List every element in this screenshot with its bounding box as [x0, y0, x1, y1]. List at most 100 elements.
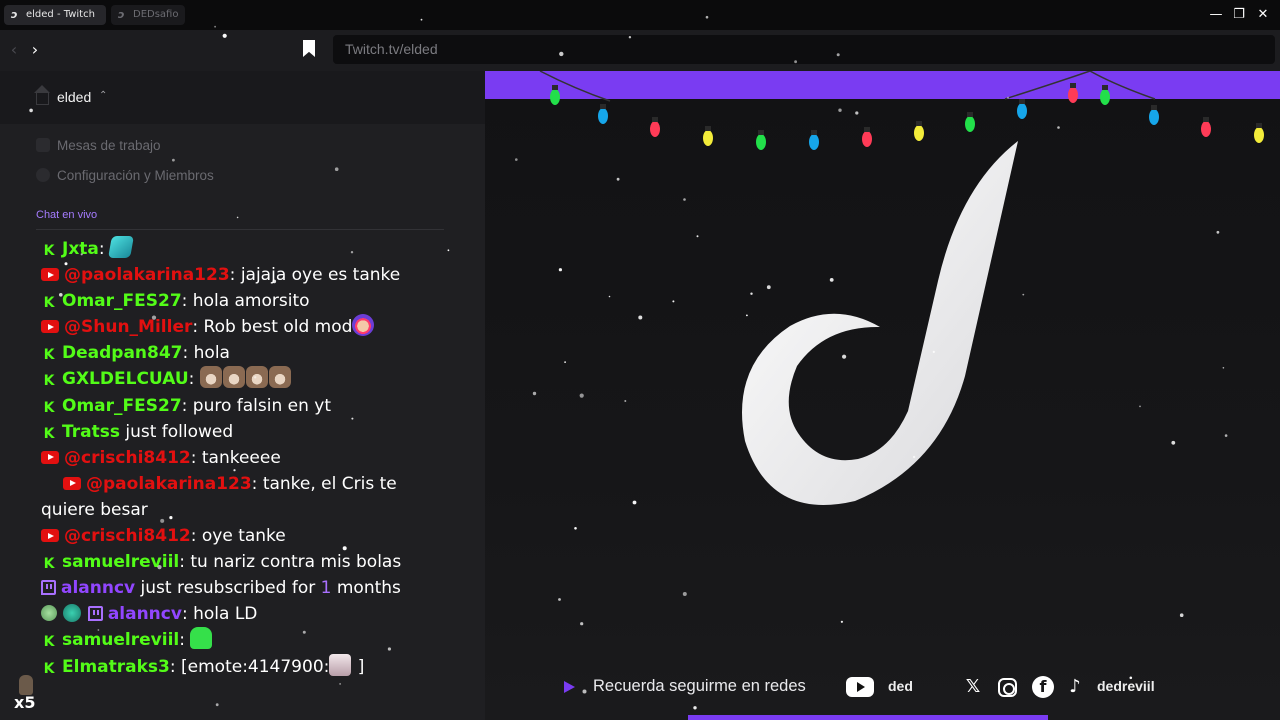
chat-username[interactable]: @crischi8412 — [64, 526, 191, 546]
workspace-header[interactable]: elded ⌃ — [0, 71, 485, 124]
menu-item-workspaces[interactable]: Mesas de trabajo — [36, 138, 161, 153]
chat-text: hola amorsito — [192, 291, 310, 312]
back-button[interactable]: ‹ — [4, 38, 24, 62]
bookmark-icon[interactable] — [303, 40, 315, 57]
light-bulb — [1100, 89, 1110, 105]
divider — [36, 229, 444, 230]
chat-username[interactable]: Jxta — [62, 239, 99, 259]
chat-event-text: just followed — [125, 421, 234, 442]
light-bulb-cap — [1151, 105, 1157, 110]
resub-count: 1 — [320, 578, 332, 599]
chat-username[interactable]: Omar_FES27 — [62, 396, 182, 416]
chat-username[interactable]: Omar_FES27 — [62, 291, 182, 311]
forward-button[interactable]: › — [25, 38, 45, 62]
twitch-icon — [87, 606, 103, 622]
chat-event: alanncv just resubscribed for 1 months — [0, 575, 470, 601]
url-bar[interactable]: Twitch.tv/elded — [333, 35, 1275, 64]
chat-message: @crischi8412: oye tanke — [0, 523, 470, 549]
light-bulb-cap — [1070, 83, 1076, 88]
light-bulb-cap — [967, 112, 973, 117]
chat-text: jajaja oye es tanke — [240, 265, 401, 286]
youtube-icon — [41, 268, 59, 282]
light-bulb — [965, 116, 975, 132]
stream-player[interactable]: Recuerda seguirme en redes ded 𝕏 f ♪ ded… — [485, 71, 1280, 720]
menu-item-settings[interactable]: Configuración y Miembros — [36, 168, 214, 183]
chat-username[interactable]: @Shun_Miller — [64, 317, 192, 337]
chat-message: @paolakarina123: tanke, el Cris te quier… — [41, 473, 397, 520]
kick-icon: K — [43, 634, 55, 651]
light-bulb — [703, 130, 713, 146]
chat-username[interactable]: samuelreviil — [62, 552, 179, 572]
chat-message: @Shun_Miller: Rob best old mod — [0, 314, 470, 340]
light-bulb-cap — [552, 85, 558, 90]
chat-event: K Tratss just followed — [0, 419, 470, 445]
light-bulb-cap — [864, 127, 870, 132]
sidebar: elded ⌃ Mesas de trabajo Configuración y… — [0, 71, 485, 720]
chat-username[interactable]: alanncv — [61, 578, 135, 598]
chat-username[interactable]: @crischi8412 — [64, 448, 191, 468]
light-bulb-cap — [1019, 99, 1025, 104]
chat-username[interactable]: GXLDELCUAU — [62, 369, 189, 389]
kick-icon: K — [43, 373, 55, 390]
chat-text: oye tanke — [201, 526, 286, 547]
chat-username[interactable]: Deadpan847 — [62, 343, 183, 363]
chat-message: Ksamuelreviil: tu nariz contra mis bolas — [0, 549, 470, 575]
tiktok-icon: ♪ — [1069, 676, 1081, 697]
chat-message: @paolakarina123: jajaja oye es tanke — [0, 262, 470, 288]
chat-username[interactable]: Tratss — [62, 422, 120, 442]
avatar — [19, 675, 33, 695]
chat-message: alanncv: hola LD — [0, 601, 470, 627]
social-footer: Recuerda seguirme en redes ded 𝕏 f ♪ ded… — [485, 668, 1280, 708]
light-bulb-cap — [811, 130, 817, 135]
chat-text: [emote:4147900: — [181, 656, 330, 677]
chat-username[interactable]: @paolakarina123 — [86, 474, 252, 494]
light-bulb — [1068, 87, 1078, 103]
light-bulb-cap — [916, 121, 922, 126]
blue-emote — [108, 236, 134, 258]
tab-dedsafio[interactable]: ↄ DEDsafio — [111, 5, 185, 25]
tab-label: DEDsafio — [133, 9, 179, 20]
chevron-updown-icon: ⌃ — [99, 90, 108, 101]
minimize-icon[interactable]: — — [1205, 5, 1227, 25]
light-bulb-cap — [1256, 123, 1262, 128]
kick-icon: K — [43, 399, 55, 416]
chat-text: puro falsin en yt — [192, 395, 332, 416]
workspace-name: elded — [57, 89, 92, 105]
light-bulb — [550, 89, 560, 105]
chat-username[interactable]: Elmatraks3 — [62, 657, 170, 677]
chat-message: @crischi8412: tankeeee — [0, 445, 470, 471]
follow-text: Recuerda seguirme en redes — [593, 677, 806, 695]
cat-emote — [268, 366, 291, 389]
chat-message: K GXLDELCUAU: — [0, 366, 470, 392]
green-emote — [190, 627, 213, 650]
title-bar: ↄ elded - Twitch ↄ DEDsafio — ❐ ✕ — [0, 0, 1280, 30]
egg-badge-icon — [41, 605, 57, 622]
gear-icon — [36, 168, 50, 182]
menu-item-label: Configuración y Miembros — [57, 168, 214, 183]
cat-emote — [222, 366, 245, 389]
instagram-icon — [998, 678, 1017, 697]
screen: ↄ elded - Twitch ↄ DEDsafio — ❐ ✕ ‹ › Tw… — [0, 0, 1280, 720]
chat-text: hola — [193, 343, 230, 364]
tab-label: elded - Twitch — [26, 9, 95, 20]
cat-emote — [245, 366, 268, 389]
chat-message: K Jxta: — [0, 236, 470, 262]
chat-username[interactable]: @paolakarina123 — [64, 265, 230, 285]
close-icon[interactable]: ✕ — [1252, 5, 1274, 25]
restore-icon[interactable]: ❐ — [1228, 5, 1250, 25]
tab-elded[interactable]: ↄ elded - Twitch — [4, 5, 106, 25]
chat-message: K Omar_FES27: hola amorsito — [0, 288, 470, 314]
light-bulb-cap — [758, 130, 764, 135]
cat-emote — [199, 366, 222, 389]
chat-text: tankeeee — [201, 447, 281, 468]
chat-username[interactable]: samuelreviil — [62, 630, 179, 650]
kick-icon: K — [43, 556, 55, 573]
chat-text: Rob best old mod — [203, 317, 353, 338]
light-bulb-cap — [1203, 117, 1209, 122]
twitch-d-logo-icon: ↄ — [118, 8, 125, 21]
chat-message: K Elmatraks3: [emote:4147900: ] — [0, 653, 470, 680]
chat-list: K Jxta: @paolakarina123: jajaja oye es ta… — [0, 236, 470, 680]
social-handle: dedreviil — [1097, 678, 1155, 694]
light-bulb-cap — [705, 126, 711, 131]
chat-username[interactable]: alanncv — [108, 604, 182, 624]
